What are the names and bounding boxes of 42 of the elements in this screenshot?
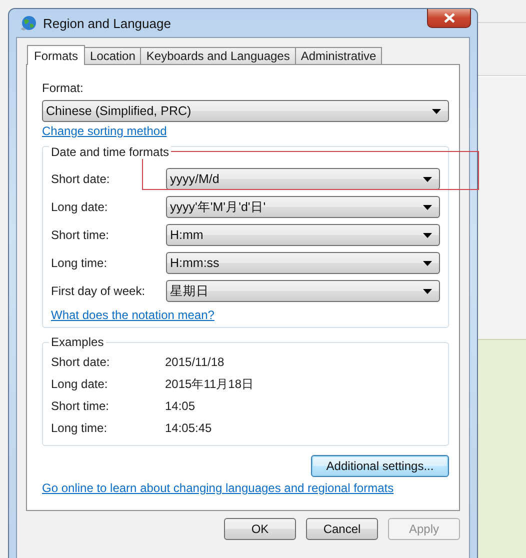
format-dropdown[interactable]: yyyy/M/d	[166, 168, 440, 190]
tab[interactable]: Location	[84, 47, 142, 64]
format-row-label: First day of week:	[51, 284, 146, 298]
group-title: Examples	[49, 335, 106, 349]
example-value: 14:05	[165, 399, 196, 413]
example-value: 2015/11/18	[165, 355, 224, 369]
group-title: Date and time formats	[49, 145, 172, 159]
caret-icon	[432, 108, 441, 114]
tab[interactable]: Administrative	[294, 47, 382, 64]
dialog-button[interactable]: Cancel	[306, 518, 378, 540]
caret-icon	[423, 176, 432, 182]
dialog-button[interactable]: OK	[224, 518, 296, 540]
online-help-link[interactable]: Go online to learn about changing languages and regional formats	[42, 481, 394, 495]
format-dropdown[interactable]: 星期日	[166, 280, 440, 302]
caret-icon	[423, 260, 432, 266]
close-button[interactable]	[427, 9, 471, 28]
globe-icon	[20, 14, 37, 32]
format-dropdown[interactable]: H:mm:ss	[166, 252, 440, 274]
format-dropdown[interactable]: H:mm	[166, 224, 440, 246]
window-title: Region and Language	[43, 16, 171, 30]
example-label: Long date:	[51, 377, 109, 391]
format-row-label: Long date:	[51, 200, 109, 214]
caret-icon	[423, 204, 432, 210]
caret-icon	[423, 232, 432, 238]
format-row-label: Long time:	[51, 256, 108, 270]
sorting-link[interactable]: Change sorting method	[42, 124, 167, 138]
example-label: Short date:	[51, 355, 111, 369]
format-row-label: Short date:	[51, 172, 111, 186]
tab[interactable]: Formats	[27, 45, 86, 65]
caret-icon	[423, 288, 432, 294]
example-value: 2015年11月18日	[165, 376, 254, 392]
example-label: Short time:	[51, 399, 110, 413]
close-icon	[444, 13, 454, 23]
notation-link[interactable]: What does the notation mean?	[51, 308, 214, 322]
format-label: Format:	[42, 81, 84, 95]
example-value: 14:05:45	[165, 421, 212, 435]
additional-settings-button[interactable]: Additional settings...	[311, 455, 449, 477]
tab[interactable]: Keyboards and Languages	[140, 47, 296, 64]
format-dropdown[interactable]: yyyy'年'M'月'd'日'	[166, 196, 440, 218]
example-label: Long time:	[51, 421, 108, 435]
format-row-label: Short time:	[51, 228, 110, 242]
format-dropdown[interactable]: Chinese (Simplified, PRC)	[42, 100, 449, 122]
